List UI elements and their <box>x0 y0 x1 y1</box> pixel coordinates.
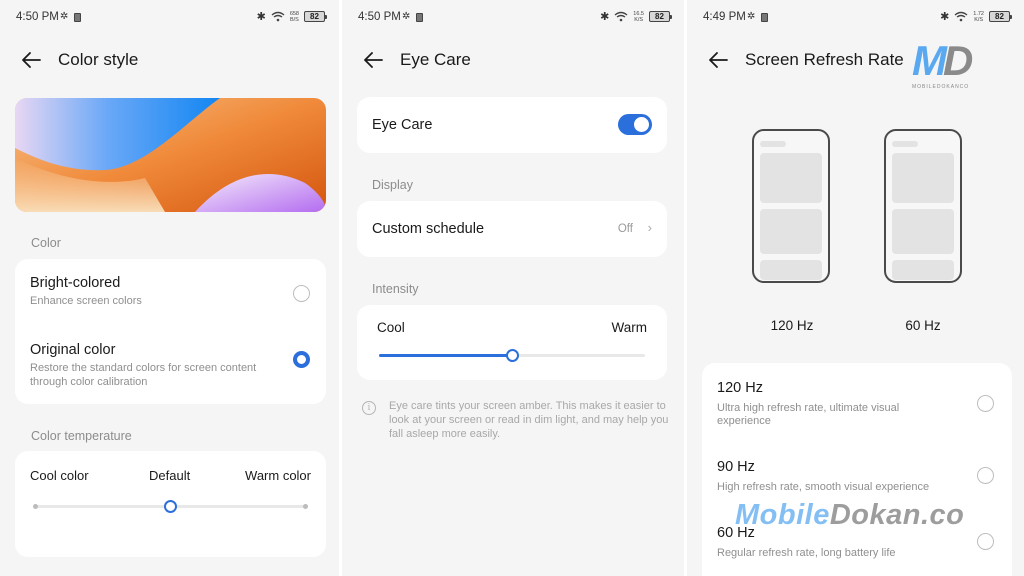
network-speed: 1.72 K/S <box>973 10 984 23</box>
section-label-color: Color <box>31 236 61 250</box>
custom-schedule-label: Custom schedule <box>372 221 485 237</box>
default-label: Default <box>149 468 191 483</box>
sim-card-icon <box>416 12 424 22</box>
warm-color-label: Warm color <box>245 468 311 483</box>
status-time: 4:50 PM <box>16 11 59 23</box>
gear-icon: ✲ <box>747 11 756 22</box>
preview-label-120hz: 120 Hz <box>770 318 814 333</box>
page-title: Color style <box>58 50 139 69</box>
option-title: 90 Hz <box>717 459 755 475</box>
chevron-right-icon: › <box>647 220 652 235</box>
page-title: Eye Care <box>400 50 471 69</box>
preview-phone-60hz <box>884 129 962 283</box>
option-title: 120 Hz <box>717 380 763 396</box>
section-label-color-temperature: Color temperature <box>31 429 132 443</box>
wifi-icon <box>271 11 285 22</box>
gear-icon: ✲ <box>402 11 411 22</box>
option-subtitle: Restore the standard colors for screen c… <box>30 362 257 388</box>
preview-phone-120hz <box>752 129 830 283</box>
back-button[interactable] <box>20 50 44 72</box>
option-subtitle: High refresh rate, smooth visual experie… <box>717 481 930 493</box>
option-subtitle: Ultra high refresh rate, ultimate visual… <box>717 402 900 427</box>
battery-icon: 82 <box>989 11 1012 22</box>
page-title: Screen Refresh Rate <box>745 50 904 69</box>
battery-icon: 82 <box>304 11 327 22</box>
eye-care-toggle[interactable] <box>618 114 652 135</box>
sim-card-icon <box>761 12 769 22</box>
back-button[interactable] <box>362 50 386 72</box>
bluetooth-icon: ✱ <box>940 11 950 23</box>
option-title: Bright-colored <box>30 275 121 291</box>
color-temperature-card: Cool color Default Warm color <box>15 451 326 557</box>
radio-bright-colored[interactable] <box>293 285 310 302</box>
intensity-card: Cool Warm <box>357 305 667 380</box>
arrow-left-icon <box>364 52 383 68</box>
option-original-color[interactable]: Original color Restore the standard colo… <box>30 342 276 389</box>
status-bar: 4:50 PM ✲ ✱ 16.5 K/S 82 <box>342 9 684 27</box>
radio-original-color[interactable] <box>293 351 310 368</box>
color-style-preview-image <box>15 98 326 212</box>
status-bar: 4:49 PM ✲ ✱ 1.72 K/S 82 <box>687 9 1024 27</box>
slider-min-dot <box>33 504 38 509</box>
back-button[interactable] <box>707 50 731 72</box>
status-time: 4:50 PM <box>358 11 401 23</box>
option-title: Original color <box>30 342 116 358</box>
slider-fill <box>379 354 512 357</box>
arrow-left-icon <box>22 52 41 68</box>
page-header: Eye Care <box>342 48 684 74</box>
eye-care-label: Eye Care <box>372 117 433 133</box>
warm-label: Warm <box>611 320 648 335</box>
cool-label: Cool <box>377 320 405 335</box>
page-header: Color style <box>0 48 339 74</box>
status-bar: 4:50 PM ✲ ✱ 658 B/S 82 <box>0 9 339 27</box>
section-label-display: Display <box>372 178 413 192</box>
option-subtitle: Regular refresh rate, long battery life <box>717 547 896 559</box>
cool-color-label: Cool color <box>30 468 89 483</box>
radio-90hz[interactable] <box>977 467 994 484</box>
eye-care-info-text: Eye care tints your screen amber. This m… <box>389 400 669 440</box>
sim-card-icon <box>74 12 82 22</box>
bluetooth-icon: ✱ <box>600 11 610 23</box>
refresh-rate-options-card: 120 Hz Ultra high refresh rate, ultimate… <box>702 363 1012 576</box>
wifi-icon <box>954 11 968 22</box>
radio-120hz[interactable] <box>977 395 994 412</box>
option-bright-colored[interactable]: Bright-colored Enhance screen colors <box>30 275 276 308</box>
custom-schedule-row[interactable]: Custom schedule Off › <box>357 201 667 257</box>
network-speed: 658 B/S <box>289 10 299 23</box>
status-time: 4:49 PM <box>703 11 746 23</box>
info-icon: i <box>362 401 376 415</box>
bluetooth-icon: ✱ <box>256 11 266 23</box>
slider-thumb[interactable] <box>164 500 177 513</box>
network-speed: 16.5 K/S <box>633 10 644 23</box>
wifi-icon <box>614 11 628 22</box>
eye-care-screen: 4:50 PM ✲ ✱ 16.5 K/S 82 Eye Care Eye Care… <box>342 0 684 576</box>
preview-label-60hz: 60 Hz <box>905 318 941 333</box>
battery-icon: 82 <box>649 11 672 22</box>
color-options-card: Bright-colored Enhance screen colors Ori… <box>15 259 326 404</box>
color-style-screen: 4:50 PM ✲ ✱ 658 B/S 82 Color style Color… <box>0 0 339 576</box>
custom-schedule-value: Off <box>617 223 633 235</box>
radio-60hz[interactable] <box>977 533 994 550</box>
color-temperature-slider[interactable] <box>33 500 308 513</box>
option-subtitle: Enhance screen colors <box>30 295 142 307</box>
intensity-slider[interactable] <box>379 349 645 362</box>
gear-icon: ✲ <box>60 11 69 22</box>
section-label-intensity: Intensity <box>372 282 419 296</box>
eye-care-toggle-row[interactable]: Eye Care <box>357 97 667 153</box>
slider-max-dot <box>303 504 308 509</box>
mobiledokan-logo: MD MOBILEDOKANCO <box>912 37 973 91</box>
mobiledokan-watermark: MobileDokan.co <box>735 499 965 531</box>
screen-refresh-rate-screen: 4:49 PM ✲ ✱ 1.72 K/S 82 Screen Refresh Ra… <box>687 0 1024 576</box>
slider-thumb[interactable] <box>505 349 519 362</box>
arrow-left-icon <box>709 52 728 68</box>
